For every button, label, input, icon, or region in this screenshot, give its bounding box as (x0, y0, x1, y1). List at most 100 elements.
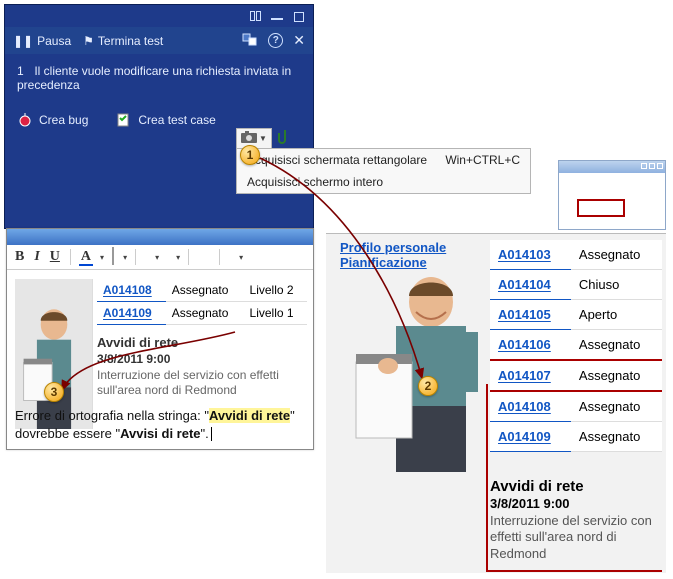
layout-icon[interactable] (247, 8, 263, 24)
create-bug-button[interactable]: Crea bug (17, 112, 88, 128)
highlight-region (577, 199, 625, 217)
ticket-level: Livello 1 (244, 302, 307, 325)
capture-menu: Acquisisci schermata rettangolare Win+CT… (236, 148, 531, 194)
note-text: Errore di ortografia nella stringa: " (15, 408, 209, 423)
test-step: 1 Il cliente vuole modificare una richie… (5, 54, 313, 106)
callout-line (486, 570, 662, 572)
chevron-down-icon[interactable]: ▾ (123, 253, 127, 262)
callout-2: 2 (418, 376, 438, 396)
chevron-down-icon[interactable]: ▾ (176, 253, 180, 262)
capture-full-label: Acquisisci schermo intero (247, 175, 383, 189)
ticket-status: Aperto (571, 300, 662, 330)
maximize-icon[interactable] (291, 8, 307, 24)
attach-icon[interactable] (278, 129, 292, 148)
separator (219, 249, 220, 265)
note-text: ". (201, 426, 209, 441)
news-desc: Interruzione del servizio con effetti su… (490, 513, 660, 562)
italic-button[interactable]: I (32, 249, 41, 265)
ticket-link[interactable]: A014104 (498, 277, 551, 292)
pause-button[interactable]: ❚❚ Pausa (13, 34, 71, 48)
callout-line (486, 384, 488, 570)
table-row[interactable]: A014104 Chiuso (490, 270, 662, 300)
ticket-table: A014103Assegnato A014104Chiuso A014105Ap… (490, 240, 662, 452)
app-thumbnail (558, 160, 666, 230)
table-row-highlighted[interactable]: A014107 Assegnato (490, 360, 662, 391)
ticket-status: Assegnato (166, 279, 244, 302)
news-title: Avvidi di rete (97, 335, 307, 350)
person-image (336, 262, 506, 472)
capture-rect-item[interactable]: Acquisisci schermata rettangolare Win+CT… (237, 149, 530, 171)
text-caret (211, 427, 212, 441)
profile-link[interactable]: Profilo personale (340, 240, 446, 255)
news-date: 3/8/2011 9:00 (97, 352, 307, 366)
table-row[interactable]: A014108 Assegnato Livello 2 (97, 279, 307, 302)
ticket-link[interactable]: A014108 (103, 283, 152, 297)
bold-button[interactable]: B (13, 249, 26, 265)
mini-news: Avvidi di rete 3/8/2011 9:00 Interruzion… (97, 335, 307, 398)
camera-icon (241, 131, 257, 146)
table-row[interactable]: A014106 Assegnato (490, 330, 662, 361)
table-row[interactable]: A014108 Assegnato (490, 391, 662, 422)
capture-full-item[interactable]: Acquisisci schermo intero (237, 171, 530, 193)
ticket-link[interactable]: A014109 (103, 306, 152, 320)
pause-icon: ❚❚ (13, 34, 33, 48)
end-test-button[interactable]: ⚑ Termina test (83, 34, 163, 48)
note-correct: Avvisi di rete (120, 426, 200, 441)
news-date: 3/8/2011 9:00 (490, 496, 660, 511)
close-icon[interactable]: ✕ (293, 32, 305, 49)
testcase-icon (116, 112, 132, 128)
note-highlight: Avvidi di rete (209, 408, 290, 423)
separator (135, 249, 136, 265)
ticket-link[interactable]: A014107 (498, 368, 551, 383)
fontcolor-button[interactable]: A (79, 249, 93, 265)
capture-rect-label: Acquisisci schermata rettangolare (247, 153, 427, 167)
test-runner-window: ❚❚ Pausa ⚑ Termina test ? ✕ 1 Il cliente… (4, 4, 314, 229)
thumb-chrome (559, 161, 665, 173)
separator (188, 249, 189, 265)
ticket-status: Assegnato (571, 360, 662, 391)
underline-button[interactable]: U (48, 249, 62, 265)
editor-note[interactable]: Errore di ortografia nella stringa: "Avv… (15, 407, 305, 442)
step-text: Il cliente vuole modificare una richiest… (17, 64, 291, 92)
swap-icon[interactable] (242, 31, 258, 50)
capture-rect-shortcut: Win+CTRL+C (445, 153, 520, 167)
ticket-link[interactable]: A014106 (498, 337, 551, 352)
chevron-down-icon: ▼ (259, 134, 267, 143)
ticket-status: Assegnato (571, 330, 662, 361)
ticket-link[interactable]: A014109 (498, 429, 551, 444)
table-row[interactable]: A014103Assegnato (490, 240, 662, 270)
highlight-button[interactable] (110, 248, 116, 266)
chevron-down-icon[interactable]: ▾ (155, 253, 159, 262)
ticket-level: Livello 2 (244, 279, 307, 302)
rich-text-toolbar: B I U A ▾ ▾ ▾ ▾ ▾ (7, 245, 313, 270)
ticket-link[interactable]: A014103 (498, 247, 551, 262)
bug-icon (17, 112, 33, 128)
flag-icon: ⚑ (83, 34, 94, 48)
pause-label: Pausa (37, 34, 71, 48)
end-test-label: Termina test (98, 34, 163, 48)
ticket-status: Assegnato (571, 422, 662, 452)
news-desc: Interruzione del servizio con effetti su… (97, 368, 307, 398)
separator (70, 249, 71, 265)
editor-window: B I U A ▾ ▾ ▾ ▾ ▾ A014108 Assegnato (6, 228, 314, 450)
table-row[interactable]: A014109 Assegnato Livello 1 (97, 302, 307, 325)
help-icon[interactable]: ? (268, 33, 283, 48)
ticket-link[interactable]: A014108 (498, 399, 551, 414)
callout-1: 1 (240, 145, 260, 165)
test-toolbar: ❚❚ Pausa ⚑ Termina test ? ✕ (5, 27, 313, 54)
chevron-down-icon[interactable]: ▾ (100, 253, 104, 262)
create-test-case-button[interactable]: Crea test case (116, 112, 215, 128)
step-number: 1 (17, 64, 31, 78)
ticket-status: Chiuso (571, 270, 662, 300)
news-title: Avvidi di rete (490, 478, 660, 495)
news-block: Avvidi di rete 3/8/2011 9:00 Interruzion… (490, 478, 660, 562)
callout-3: 3 (44, 382, 64, 402)
chevron-down-icon[interactable]: ▾ (239, 253, 243, 262)
editor-titlebar (7, 229, 313, 245)
ticket-link[interactable]: A014105 (498, 307, 551, 322)
window-titlebar (5, 5, 313, 27)
table-row[interactable]: A014109 Assegnato (490, 422, 662, 452)
ticket-status: Assegnato (571, 391, 662, 422)
table-row[interactable]: A014105 Aperto (490, 300, 662, 330)
minimize-icon[interactable] (269, 8, 285, 24)
